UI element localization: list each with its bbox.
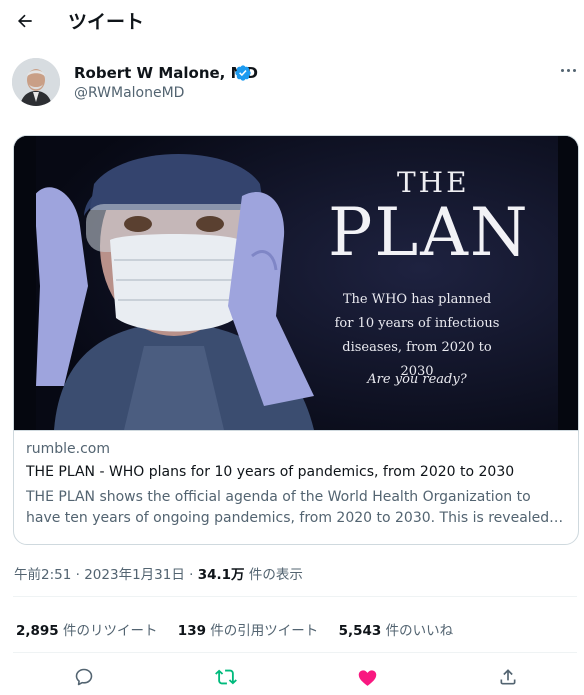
share-icon (500, 669, 516, 685)
reply-icon (75, 668, 93, 686)
arrow-left-icon (17, 14, 32, 28)
card-domain: rumble.com (26, 441, 111, 457)
retweet-label: 件のリツイート (63, 623, 158, 639)
card-meta: rumble.com THE PLAN - WHO plans for 10 y… (14, 430, 578, 544)
tweet-timestamp: 午前2:51 · 2023年1月31日 · 34.1万 件の表示 (14, 563, 303, 583)
retweet-icon (215, 669, 237, 685)
author-name[interactable]: Robert W Malone, MD (74, 64, 258, 82)
poster-edge-left (14, 136, 36, 430)
back-button[interactable] (12, 8, 38, 34)
poster-edge-right (558, 136, 578, 430)
poster-title-plan: PLAN (328, 194, 530, 271)
avatar-image (12, 58, 60, 106)
tweet-actions (0, 658, 584, 694)
tweet-date: 2023年1月31日 (84, 567, 185, 583)
heart-icon (358, 669, 376, 686)
likes-stat[interactable]: 5,543 件のいいね (339, 623, 454, 639)
reply-button[interactable] (69, 662, 99, 692)
quote-label: 件の引用ツイート (210, 623, 319, 639)
divider (13, 652, 577, 653)
view-label: 件の表示 (248, 567, 303, 583)
top-bar: ツイート (0, 0, 584, 42)
view-count: 34.1万 (197, 567, 245, 583)
retweet-button[interactable] (211, 662, 241, 692)
verified-badge-icon (235, 65, 251, 81)
link-card[interactable]: THE PLAN The WHO has planned for 10 year… (13, 135, 579, 545)
tweet-time-link[interactable]: 午前2:51 · 2023年1月31日 (14, 567, 185, 583)
author-handle[interactable]: @RWMaloneMD (74, 85, 184, 101)
like-count: 5,543 (338, 623, 382, 639)
meta-separator: · (75, 567, 80, 583)
tweet-author: Robert W Malone, MD @RWMaloneMD (12, 58, 576, 110)
quotes-stat[interactable]: 139 件の引用ツイート (178, 623, 318, 639)
meta-separator: · (189, 567, 194, 583)
engagement-stats: 2,895 件のリツイート 139 件の引用ツイート 5,543 件のいいね (16, 619, 469, 639)
poster-tagline: Are you ready? (367, 372, 467, 387)
card-image: THE PLAN The WHO has planned for 10 year… (14, 136, 578, 430)
quote-count: 139 (177, 623, 206, 639)
like-button[interactable] (352, 662, 382, 692)
page-title: ツイート (68, 11, 145, 33)
more-options-icon[interactable] (556, 60, 580, 80)
tweet-time: 午前2:51 (14, 567, 72, 583)
poster-description: The WHO has planned for 10 years of infe… (334, 292, 500, 379)
like-label: 件のいいね (385, 623, 454, 639)
card-title: THE PLAN - WHO plans for 10 years of pan… (26, 464, 515, 480)
retweet-count: 2,895 (16, 623, 59, 639)
share-button[interactable] (493, 662, 523, 692)
avatar[interactable] (12, 58, 60, 106)
card-description: THE PLAN shows the official agenda of th… (26, 489, 550, 526)
divider (13, 596, 577, 597)
retweets-stat[interactable]: 2,895 件のリツイート (16, 623, 158, 639)
